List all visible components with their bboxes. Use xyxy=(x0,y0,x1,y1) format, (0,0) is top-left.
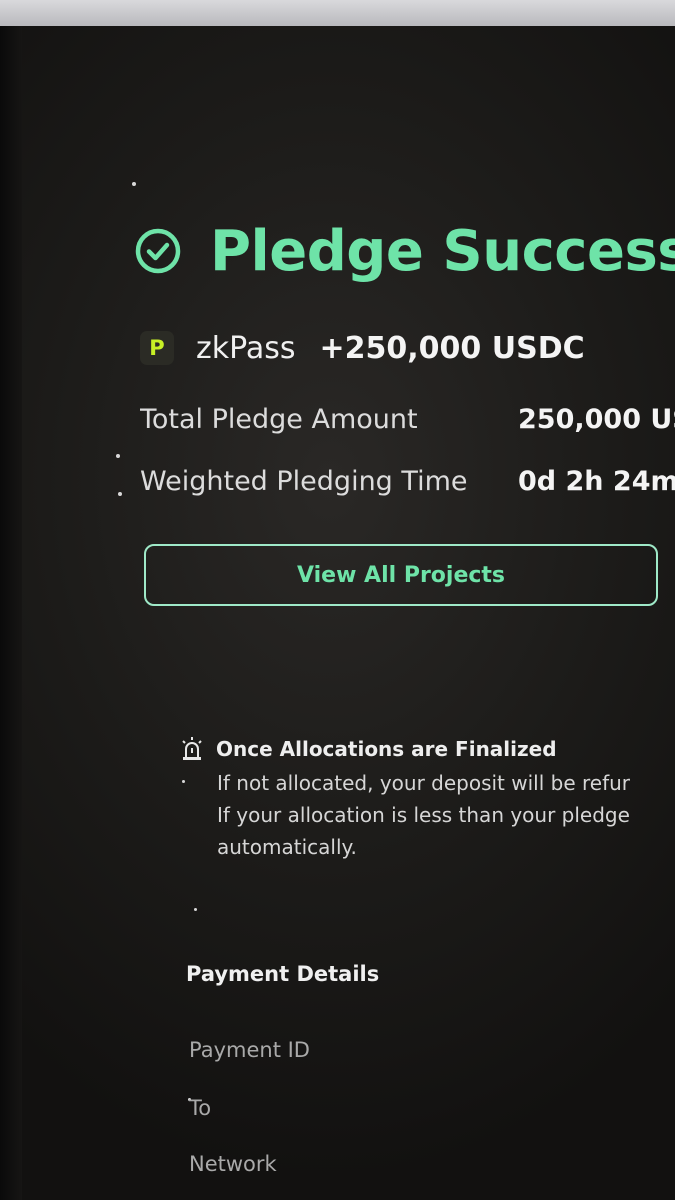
alarm-icon xyxy=(182,737,202,760)
total-pledge-label: Total Pledge Amount xyxy=(140,404,418,435)
monitor-bezel-left xyxy=(0,26,22,1200)
dust-speck xyxy=(116,454,120,458)
total-pledge-value: 250,000 US xyxy=(518,404,675,435)
project-logo: P xyxy=(140,331,174,365)
payment-details-title: Payment Details xyxy=(186,962,380,986)
weighted-time-label: Weighted Pledging Time xyxy=(140,466,468,497)
notice-line: If not allocated, your deposit will be r… xyxy=(217,771,631,795)
check-circle-icon xyxy=(135,228,181,274)
weighted-time-row: Weighted Pledging Time 0d 2h 24mi xyxy=(140,462,675,502)
pledge-success-screen: Pledge Successf P zkPass +250,000 USDC T… xyxy=(22,26,675,1200)
dust-speck xyxy=(194,908,197,911)
project-name: zkPass xyxy=(196,330,296,366)
network-label: Network xyxy=(189,1152,277,1176)
photo-of-screen: Pledge Successf P zkPass +250,000 USDC T… xyxy=(0,0,675,1200)
notice-line: automatically. xyxy=(217,835,357,859)
dust-speck xyxy=(118,492,122,496)
total-pledge-row: Total Pledge Amount 250,000 US xyxy=(140,400,675,440)
notice-title: Once Allocations are Finalized xyxy=(216,737,557,761)
notice-line: If your allocation is less than your ple… xyxy=(217,803,630,827)
success-header: Pledge Successf xyxy=(134,211,675,291)
to-label: To xyxy=(189,1096,212,1120)
payment-id-label: Payment ID xyxy=(189,1038,310,1062)
view-all-projects-button[interactable]: View All Projects xyxy=(144,544,658,606)
pledged-project: P zkPass +250,000 USDC xyxy=(140,326,675,370)
dust-speck xyxy=(132,182,136,186)
monitor-bezel-top xyxy=(0,0,675,26)
pledge-amount: +250,000 USDC xyxy=(319,330,585,366)
allocation-notice: Once Allocations are Finalized If not al… xyxy=(180,731,675,863)
weighted-time-value: 0d 2h 24mi xyxy=(518,466,675,497)
page-title: Pledge Successf xyxy=(210,218,675,284)
